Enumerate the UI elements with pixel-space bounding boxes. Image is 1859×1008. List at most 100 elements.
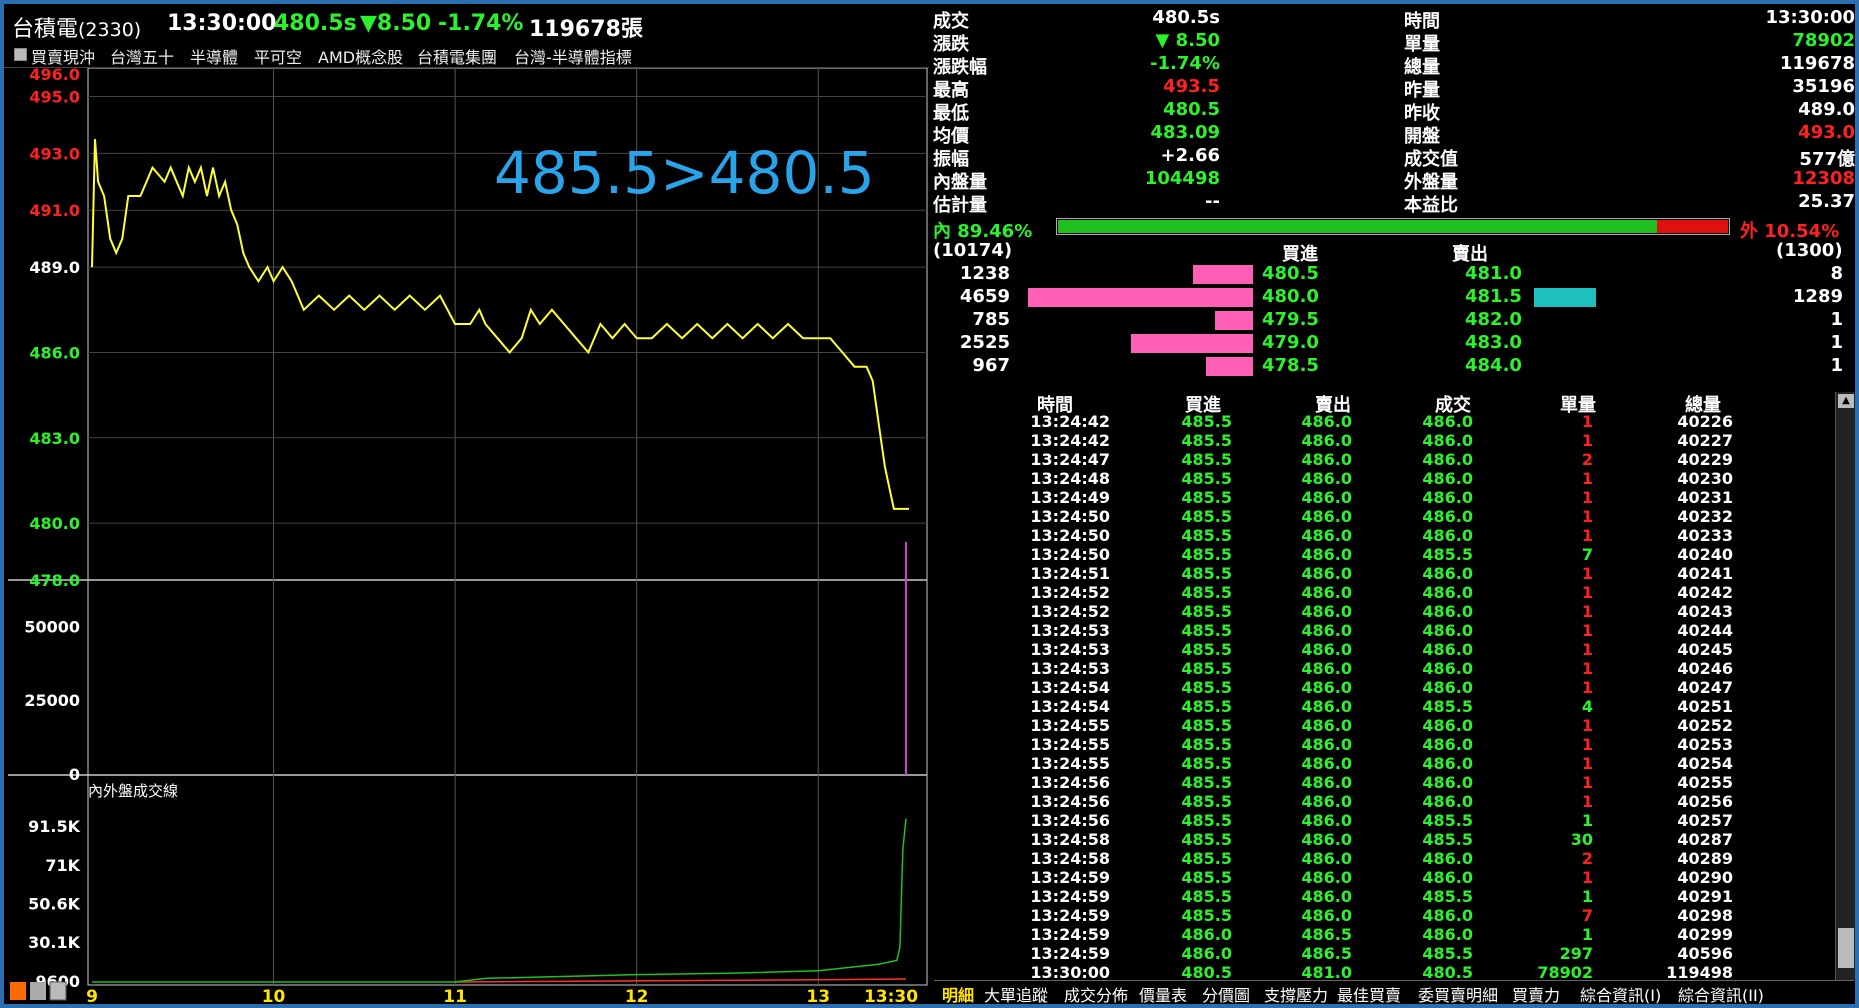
tag-item[interactable]: 台灣-半導體指標 [514,44,632,68]
scroll-up-icon[interactable]: ▲ [1838,394,1854,408]
flow-inner-line [92,818,907,983]
bid-price[interactable]: 479.0 [1262,332,1319,353]
tag-item[interactable]: 半導體 [190,44,238,68]
tick-cell: 486.0 [1422,640,1473,659]
tick-cell: 486.0 [1301,792,1352,811]
tag-item[interactable]: 台積電集團 [417,44,497,68]
tab-1[interactable]: 大單追蹤 [984,982,1048,1006]
tick-cell: 485.5 [1181,526,1232,545]
tick-cell: 486.0 [1422,792,1473,811]
tab-10[interactable]: 綜合資訊(II) [1678,982,1764,1006]
chart-area[interactable]: 496.0 495.0 493.0 491.0 489.0 486.0 483.0 480.0… [4,68,929,1004]
tick-cell: 486.0 [1422,412,1473,431]
toolbar-icons [10,981,67,1001]
tick-cell: 486.0 [1301,602,1352,621]
ask-price[interactable]: 483.0 [1465,332,1522,353]
tick-cell: 1 [1581,868,1593,887]
tick-cell: 1 [1581,412,1593,431]
tab-4[interactable]: 分價圖 [1202,982,1250,1006]
header-volume: 119678張 [529,17,643,42]
tick-cell: 486.0 [1301,621,1352,640]
stock-name[interactable]: 台積電(2330) [12,11,141,43]
tick-cell: 486.0 [1301,526,1352,545]
tick-cell: 13:24:54 [1030,678,1110,697]
window-icon[interactable] [49,981,67,1001]
quote-value: 78902 [1792,30,1855,51]
tick-cell: 40231 [1677,488,1733,507]
tag-item[interactable]: 買賣現沖 [31,44,95,68]
tick-cell: 13:24:50 [1030,507,1110,526]
tab-6[interactable]: 最佳買賣 [1337,982,1401,1006]
tick-cell: 486.0 [1301,697,1352,716]
stock-name-text: 台積電 [12,17,79,42]
checkbox-icon[interactable] [14,48,27,61]
quote-value: 12308 [1792,168,1855,189]
tick-cell: 485.5 [1181,564,1232,583]
tab-9[interactable]: 綜合資訊(I) [1580,982,1661,1006]
tick-scrollbar[interactable]: ▲ [1835,392,1855,980]
tick-cell: 486.0 [1301,868,1352,887]
tick-cell: 485.5 [1181,906,1232,925]
bid-qty: 967 [972,355,1010,376]
tick-cell: 485.5 [1422,887,1473,906]
print-icon[interactable] [30,982,46,1000]
tick-cell: 1 [1581,773,1593,792]
tick-cell: 486.0 [1301,640,1352,659]
stock-header: 台積電(2330) 13:30:00 480.5s ▼8.50 -1.74% 1… [4,4,929,43]
tick-cell: 485.5 [1181,431,1232,450]
quote-value: 480.5 [1163,99,1220,120]
tick-cell: 1 [1581,678,1593,697]
tick-cell: 40233 [1677,526,1733,545]
scroll-thumb[interactable] [1838,928,1854,968]
tick-cell: 1 [1581,811,1593,830]
tick-cell: 486.0 [1301,678,1352,697]
tab-3[interactable]: 價量表 [1139,982,1187,1006]
bid-price[interactable]: 480.5 [1262,263,1319,284]
outer-ratio-fill [1657,220,1728,233]
ask-price[interactable]: 482.0 [1465,309,1522,330]
tick-cell: 486.0 [1422,659,1473,678]
inner-ratio-fill [1058,220,1657,233]
tick-cell: 40247 [1677,678,1733,697]
tag-item[interactable]: AMD概念股 [318,44,403,68]
tab-2[interactable]: 成交分佈 [1064,982,1128,1006]
bid-qty: 2525 [959,332,1010,353]
tag-item[interactable]: 平可空 [254,44,302,68]
tick-cell: 40298 [1677,906,1733,925]
time-axis: 9 10 11 12 13 13:30 [86,987,918,1004]
tick-cell: 486.5 [1301,944,1352,963]
tick-cell: 485.5 [1181,830,1232,849]
tick-cell: 13:24:59 [1030,925,1110,944]
tick-cell: 13:24:50 [1030,526,1110,545]
tab-0[interactable]: 明細 [942,982,974,1006]
tick-cell: 485.5 [1181,792,1232,811]
tick-cell: 486.0 [1422,450,1473,469]
price-tick-label: 480.0 [29,514,80,533]
bid-price[interactable]: 480.0 [1262,286,1319,307]
ask-price[interactable]: 484.0 [1465,355,1522,376]
ask-total: (1300) [1776,240,1843,261]
tick-cell: 486.0 [1422,773,1473,792]
tab-5[interactable]: 支撐壓力 [1264,982,1328,1006]
bid-price[interactable]: 479.5 [1262,309,1319,330]
home-icon[interactable] [10,982,26,1000]
tab-7[interactable]: 委買賣明細 [1418,982,1498,1006]
stock-code: (2330) [78,19,142,41]
tick-cell: 13:24:52 [1030,583,1110,602]
tag-item[interactable]: 台灣五十 [110,44,174,68]
tick-cell: 485.5 [1181,887,1232,906]
tick-cell: 485.5 [1181,735,1232,754]
ask-price[interactable]: 481.5 [1465,286,1522,307]
volume-panel-frame [87,579,928,776]
tick-cell: 486.0 [1301,906,1352,925]
ask-price[interactable]: 481.0 [1465,263,1522,284]
tick-cell: 1 [1581,640,1593,659]
tab-8[interactable]: 買賣力 [1512,982,1560,1006]
header-time: 13:30:00 [167,11,277,36]
tick-cell: 486.0 [1422,469,1473,488]
bid-price[interactable]: 478.5 [1262,355,1319,376]
tick-cell: 486.0 [1422,754,1473,773]
tick-cell: 486.5 [1301,925,1352,944]
tick-cell: 13:24:56 [1030,792,1110,811]
quote-value: +2.66 [1160,145,1221,166]
